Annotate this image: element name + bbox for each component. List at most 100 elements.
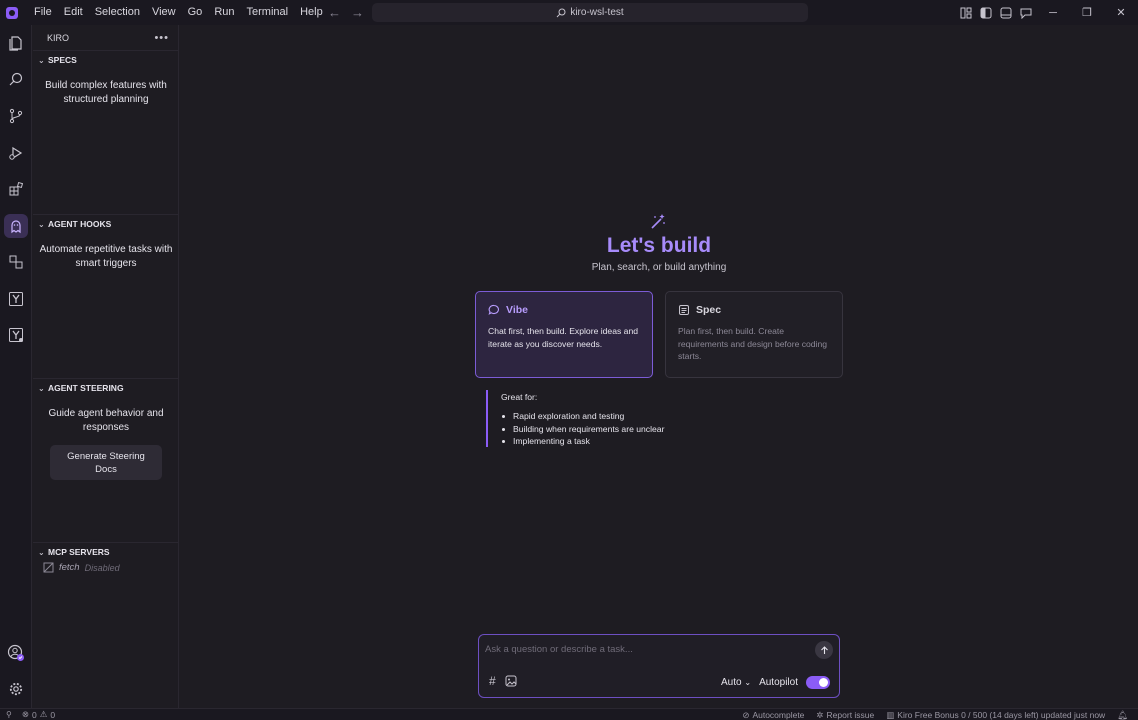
- chat-input[interactable]: [485, 641, 785, 657]
- warning-count: 0: [50, 709, 56, 720]
- activity-bar: [0, 25, 32, 708]
- great-for-list: Great for: Rapid exploration and testing…: [486, 390, 706, 447]
- arrow-up-icon: [820, 645, 828, 654]
- more-actions-icon[interactable]: •••: [154, 32, 169, 44]
- close-button[interactable]: ✕: [1104, 0, 1138, 25]
- spec-mode-card[interactable]: Spec Plan first, then build. Create requ…: [665, 291, 843, 378]
- section-hooks-desc: Automate repetitive tasks with smart tri…: [39, 244, 173, 269]
- notifications-bell-icon[interactable]: 🔔︎: [1117, 710, 1128, 720]
- server-disabled-icon: [43, 562, 54, 573]
- chat-bubble-icon: [488, 304, 499, 315]
- report-issue-button[interactable]: ✲ Report issue: [816, 710, 874, 720]
- layout-icon[interactable]: [956, 0, 976, 25]
- usage-status[interactable]: ▥ Kiro Free Bonus 0 / 500 (14 days left) …: [886, 710, 1105, 720]
- chart-icon: ▥: [886, 709, 895, 720]
- remote-explorer-icon[interactable]: [4, 250, 28, 274]
- context-hash-icon[interactable]: #: [489, 674, 496, 688]
- forward-arrow-icon[interactable]: →: [351, 0, 364, 25]
- search-icon: [556, 8, 566, 17]
- menu-go[interactable]: Go: [182, 0, 209, 25]
- command-center-search[interactable]: kiro-wsl-test: [372, 3, 808, 22]
- sidebar-header: KIRO •••: [33, 25, 179, 51]
- extensions-icon[interactable]: [4, 177, 28, 201]
- divider: [33, 542, 179, 543]
- chevron-down-icon: ⌄: [38, 383, 45, 393]
- account-icon[interactable]: [4, 641, 28, 665]
- toggle-panel-icon[interactable]: [996, 0, 1016, 25]
- usage-label: Kiro Free Bonus 0 / 500 (14 days left) u…: [897, 710, 1106, 720]
- menu-help[interactable]: Help: [294, 0, 329, 25]
- chat-controls: Auto ⌄ Autopilot: [721, 676, 830, 689]
- autopilot-toggle[interactable]: [806, 676, 830, 689]
- title-bar: File Edit Selection View Go Run Terminal…: [0, 0, 1138, 25]
- kiro-logo-icon: [6, 6, 18, 19]
- sidebar-title: KIRO: [47, 32, 70, 43]
- chevron-down-icon: ⌄: [38, 219, 45, 229]
- page-title: Let's build: [606, 234, 712, 257]
- kiro-sidebar: KIRO ••• ⌄ SPECS Build complex features …: [33, 25, 179, 708]
- mcp-server-item[interactable]: fetch Disabled: [43, 562, 120, 573]
- vibe-card-title: Vibe: [488, 304, 640, 316]
- branch-graph-icon[interactable]: [4, 287, 28, 311]
- section-specs-header[interactable]: ⌄ SPECS: [33, 52, 179, 68]
- section-hooks-title: AGENT HOOKS: [48, 219, 112, 229]
- autocomplete-status[interactable]: ⊘ Autocomplete: [742, 710, 804, 720]
- section-steering-header[interactable]: ⌄ AGENT STEERING: [33, 380, 179, 396]
- send-button[interactable]: [815, 641, 833, 659]
- menu-selection[interactable]: Selection: [89, 0, 146, 25]
- menu-run[interactable]: Run: [208, 0, 240, 25]
- kiro-ghost-icon[interactable]: [4, 214, 28, 238]
- spec-card-desc: Plan first, then build. Create requireme…: [678, 326, 828, 361]
- vibe-title-text: Vibe: [506, 304, 528, 316]
- nav-arrows: ← →: [328, 0, 364, 25]
- error-icon: ⊗: [21, 709, 29, 719]
- section-mcp-header[interactable]: ⌄ MCP SERVERS: [33, 544, 179, 560]
- section-steering-title: AGENT STEERING: [48, 383, 124, 393]
- explorer-icon[interactable]: [4, 31, 28, 55]
- error-count: 0: [31, 709, 37, 720]
- menu-view[interactable]: View: [146, 0, 182, 25]
- list-item: Rapid exploration and testing: [501, 410, 706, 423]
- divider: [33, 378, 179, 379]
- section-specs-title: SPECS: [48, 55, 77, 65]
- bug-icon: ✲: [816, 709, 824, 720]
- chevron-down-icon: ⌄: [38, 55, 45, 65]
- section-specs-desc: Build complex features with structured p…: [45, 80, 167, 105]
- branch-graph-alt-icon[interactable]: [4, 323, 28, 347]
- spec-title-text: Spec: [696, 304, 722, 316]
- workspace-name: kiro-wsl-test: [570, 7, 624, 18]
- chevron-down-icon: ⌄: [38, 547, 45, 557]
- toggle-sidebar-icon[interactable]: [976, 0, 996, 25]
- chevron-down-icon: ⌄: [744, 678, 752, 687]
- list-item: Implementing a task: [501, 435, 706, 448]
- warning-icon: ⚠: [39, 709, 48, 719]
- back-arrow-icon[interactable]: ←: [328, 0, 341, 25]
- remote-indicator-icon[interactable]: ⚲: [6, 710, 12, 719]
- minimize-button[interactable]: ─: [1036, 0, 1070, 25]
- problems-indicator[interactable]: ⊗ 0 ⚠ 0: [22, 709, 55, 720]
- model-select[interactable]: Auto ⌄: [721, 677, 751, 688]
- magic-wand-icon: [651, 214, 665, 229]
- model-select-value: Auto: [721, 677, 742, 688]
- status-bar: ⚲ ⊗ 0 ⚠ 0 ⊘ Autocomplete ✲ Report issue ▥ Kir…: [0, 708, 1138, 720]
- title-actions: ─ ❐ ✕: [956, 0, 1138, 25]
- vibe-card-desc: Chat first, then build. Explore ideas an…: [488, 326, 639, 349]
- menu-edit[interactable]: Edit: [58, 0, 89, 25]
- maximize-button[interactable]: ❐: [1070, 0, 1104, 25]
- image-attach-icon[interactable]: [505, 675, 517, 687]
- generate-steering-docs-button[interactable]: Generate Steering Docs: [50, 445, 162, 480]
- list-item: Building when requirements are unclear: [501, 423, 706, 436]
- run-debug-icon[interactable]: [4, 141, 28, 165]
- search-icon[interactable]: [4, 67, 28, 91]
- settings-gear-icon[interactable]: [4, 677, 28, 701]
- section-mcp-title: MCP SERVERS: [48, 547, 110, 557]
- chat-bubble-icon[interactable]: [1016, 0, 1036, 25]
- report-issue-label: Report issue: [826, 710, 875, 720]
- section-hooks-header[interactable]: ⌄ AGENT HOOKS: [33, 216, 179, 232]
- menu-terminal[interactable]: Terminal: [241, 0, 295, 25]
- source-control-icon[interactable]: [4, 104, 28, 128]
- vibe-mode-card[interactable]: Vibe Chat first, then build. Explore ide…: [475, 291, 653, 378]
- autopilot-label: Autopilot: [759, 677, 798, 688]
- menu-file[interactable]: File: [28, 0, 58, 25]
- page-subtitle: Plan, search, or build anything: [591, 262, 727, 273]
